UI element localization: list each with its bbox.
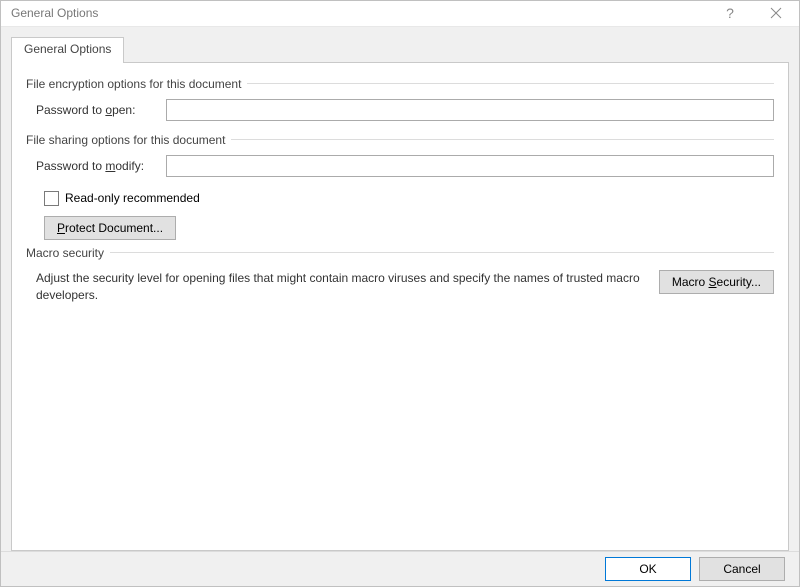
window-title: General Options bbox=[1, 6, 98, 20]
general-options-dialog: General Options ? General Options File e… bbox=[0, 0, 800, 587]
close-icon bbox=[770, 7, 782, 19]
readonly-row: Read-only recommended bbox=[26, 191, 774, 206]
help-button[interactable]: ? bbox=[707, 1, 753, 26]
macro-description: Adjust the security level for opening fi… bbox=[36, 270, 647, 304]
protect-document-button[interactable]: Protect Document... bbox=[44, 216, 176, 240]
readonly-label: Read-only recommended bbox=[65, 191, 200, 205]
password-open-input[interactable] bbox=[166, 99, 774, 121]
readonly-checkbox[interactable] bbox=[44, 191, 59, 206]
password-open-label: Password to open: bbox=[36, 103, 166, 117]
cancel-button[interactable]: Cancel bbox=[699, 557, 785, 581]
password-modify-row: Password to modify: bbox=[26, 155, 774, 177]
tab-strip: General Options bbox=[11, 37, 789, 63]
section-macro-security: Macro security bbox=[26, 246, 774, 260]
section-file-sharing: File sharing options for this document bbox=[26, 133, 774, 147]
macro-security-button[interactable]: Macro Security... bbox=[659, 270, 774, 294]
protect-row: Protect Document... bbox=[26, 216, 774, 240]
content-area: General Options File encryption options … bbox=[1, 27, 799, 551]
ok-button[interactable]: OK bbox=[605, 557, 691, 581]
tab-general-options[interactable]: General Options bbox=[11, 37, 124, 63]
section-file-encryption: File encryption options for this documen… bbox=[26, 77, 774, 91]
password-modify-label: Password to modify: bbox=[36, 159, 166, 173]
close-button[interactable] bbox=[753, 1, 799, 26]
password-modify-input[interactable] bbox=[166, 155, 774, 177]
password-open-row: Password to open: bbox=[26, 99, 774, 121]
dialog-footer: OK Cancel bbox=[1, 551, 799, 586]
macro-row: Adjust the security level for opening fi… bbox=[26, 270, 774, 304]
tab-panel: File encryption options for this documen… bbox=[11, 62, 789, 551]
title-bar: General Options ? bbox=[1, 1, 799, 27]
